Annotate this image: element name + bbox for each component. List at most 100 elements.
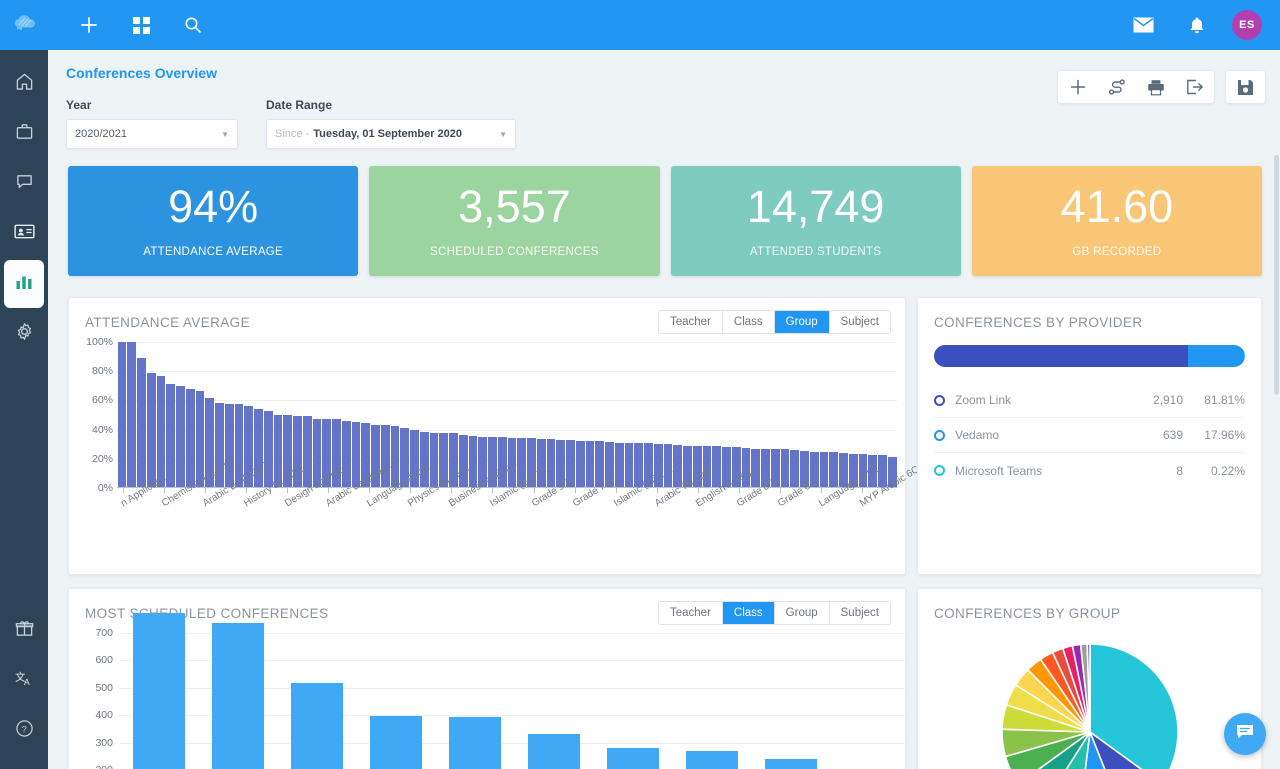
provider-bar-segment[interactable] (1244, 345, 1245, 367)
x-tick (328, 488, 330, 493)
bar[interactable] (606, 747, 659, 769)
bar[interactable] (527, 734, 580, 769)
kpi-card[interactable]: 41.60 GB RECORDED (971, 166, 1262, 276)
kpi-card[interactable]: 3,557 SCHEDULED CONFERENCES (369, 166, 660, 276)
provider-bar-segment[interactable] (1188, 345, 1245, 367)
bar-series (119, 612, 909, 769)
search-icon[interactable] (174, 0, 212, 50)
bar[interactable] (380, 425, 390, 488)
bar[interactable] (575, 440, 585, 488)
bar[interactable] (764, 758, 817, 769)
bar[interactable] (341, 420, 351, 488)
sidebar-item-briefcase[interactable] (4, 110, 44, 158)
provider-count: 2,910 (1152, 393, 1183, 407)
save-button[interactable] (1226, 71, 1265, 103)
provider-row[interactable]: Microsoft Teams 8 0.22% (934, 453, 1245, 488)
x-tick (451, 488, 453, 493)
x-tick (574, 488, 576, 493)
segment-button-class[interactable]: Class (722, 311, 775, 333)
sidebar-item-messages[interactable] (4, 160, 44, 208)
scheduled-chart: 200 300 400 500 600 700 (69, 612, 909, 769)
sidebar-item-language[interactable]: 文A (4, 657, 44, 705)
translate-icon: 文A (15, 669, 34, 693)
x-tick (287, 488, 289, 493)
filters-row: Year 2020/2021 ▼ Date Range Since - Tues… (66, 98, 516, 149)
segment-button-teacher[interactable]: Teacher (658, 311, 723, 333)
bar[interactable] (829, 452, 838, 488)
sidebar-item-help[interactable]: ? (4, 707, 44, 755)
bar[interactable] (137, 358, 146, 488)
y-axis-tick-label: 20% (91, 452, 113, 465)
avatar[interactable]: ES (1232, 10, 1262, 40)
date-range-prefix: Since - (275, 128, 310, 140)
year-select[interactable]: 2020/2021 ▼ (66, 119, 238, 149)
bar[interactable] (263, 411, 273, 488)
bar[interactable] (546, 439, 556, 488)
segment-button-group[interactable]: Group (774, 311, 830, 333)
action-toolbar (1057, 70, 1266, 104)
y-axis-tick-label: 500 (95, 681, 113, 694)
provider-name: Microsoft Teams (955, 463, 1043, 478)
x-tick (164, 488, 166, 493)
bar[interactable] (224, 404, 234, 488)
toolbar-save-group (1225, 70, 1266, 104)
mail-icon[interactable] (1124, 0, 1162, 50)
bar[interactable] (117, 342, 127, 488)
add-button[interactable] (1058, 71, 1097, 103)
bar[interactable] (127, 342, 136, 488)
vertical-scrollbar[interactable] (1274, 155, 1279, 395)
provider-bar-segment[interactable] (934, 345, 1189, 367)
kpi-value: 41.60 (1060, 181, 1174, 232)
kpi-card[interactable]: 14,749 ATTENDED STUDENTS (670, 166, 961, 276)
most-scheduled-conferences-panel: MOST SCHEDULED CONFERENCES Teacher Class G… (68, 588, 909, 769)
segment-button-subject[interactable]: Subject (829, 311, 890, 333)
share-button[interactable] (1097, 71, 1136, 103)
chevron-down-icon: ▼ (221, 129, 229, 139)
print-button[interactable] (1136, 71, 1175, 103)
app-logo[interactable] (0, 0, 50, 50)
bar[interactable] (780, 449, 790, 488)
kpi-card[interactable]: 94% ATTENDANCE AVERAGE (68, 166, 359, 276)
provider-count: 8 (1176, 463, 1183, 478)
bar[interactable] (790, 450, 799, 488)
date-range-filter: Date Range Since - Tuesday, 01 September… (266, 98, 516, 149)
sidebar-item-home[interactable] (4, 60, 44, 108)
bar[interactable] (369, 716, 422, 769)
bar[interactable] (132, 612, 185, 769)
sidebar-item-contacts[interactable] (4, 210, 44, 258)
provider-name: Vedamo (955, 428, 1000, 442)
chat-support-button[interactable] (1224, 713, 1266, 755)
bell-icon[interactable] (1178, 0, 1216, 50)
sidebar-item-settings[interactable] (4, 310, 44, 358)
bar[interactable] (468, 436, 478, 488)
bar[interactable] (176, 385, 185, 488)
y-axis-tick-label: 600 (95, 654, 113, 667)
sidebar-item-reports[interactable] (4, 260, 44, 308)
date-range-label: Date Range (266, 98, 333, 112)
bar[interactable] (819, 451, 829, 488)
kpi-label: SCHEDULED CONFERENCES (430, 246, 599, 258)
bar[interactable] (166, 384, 175, 488)
bar[interactable] (290, 683, 343, 769)
bar[interactable] (302, 416, 312, 488)
date-range-select[interactable]: Since - Tuesday, 01 September 2020 ▼ (266, 119, 516, 149)
provider-row[interactable]: Vedamo 639 17.96% (934, 418, 1245, 453)
bar[interactable] (211, 622, 264, 769)
x-tick (861, 488, 863, 493)
bar[interactable] (185, 389, 195, 488)
grid-icon[interactable] (122, 0, 160, 50)
provider-row[interactable]: Zoom Link 2,910 81.81% (934, 383, 1245, 418)
bar[interactable] (448, 716, 501, 769)
bar[interactable] (685, 750, 738, 769)
topbar-right-group: ES (1124, 0, 1280, 50)
provider-list: Zoom Link 2,910 81.81% Vedamo 639 17.96% Micro… (934, 383, 1245, 488)
bar[interactable] (585, 440, 595, 488)
add-icon[interactable] (70, 0, 108, 50)
x-tick (697, 488, 699, 493)
export-button[interactable] (1175, 71, 1214, 103)
bar[interactable] (624, 443, 634, 488)
sidebar-item-gifts[interactable] (4, 607, 44, 655)
bar[interactable] (146, 372, 156, 488)
question-circle-icon: ? (15, 719, 34, 743)
bar[interactable] (614, 442, 624, 488)
